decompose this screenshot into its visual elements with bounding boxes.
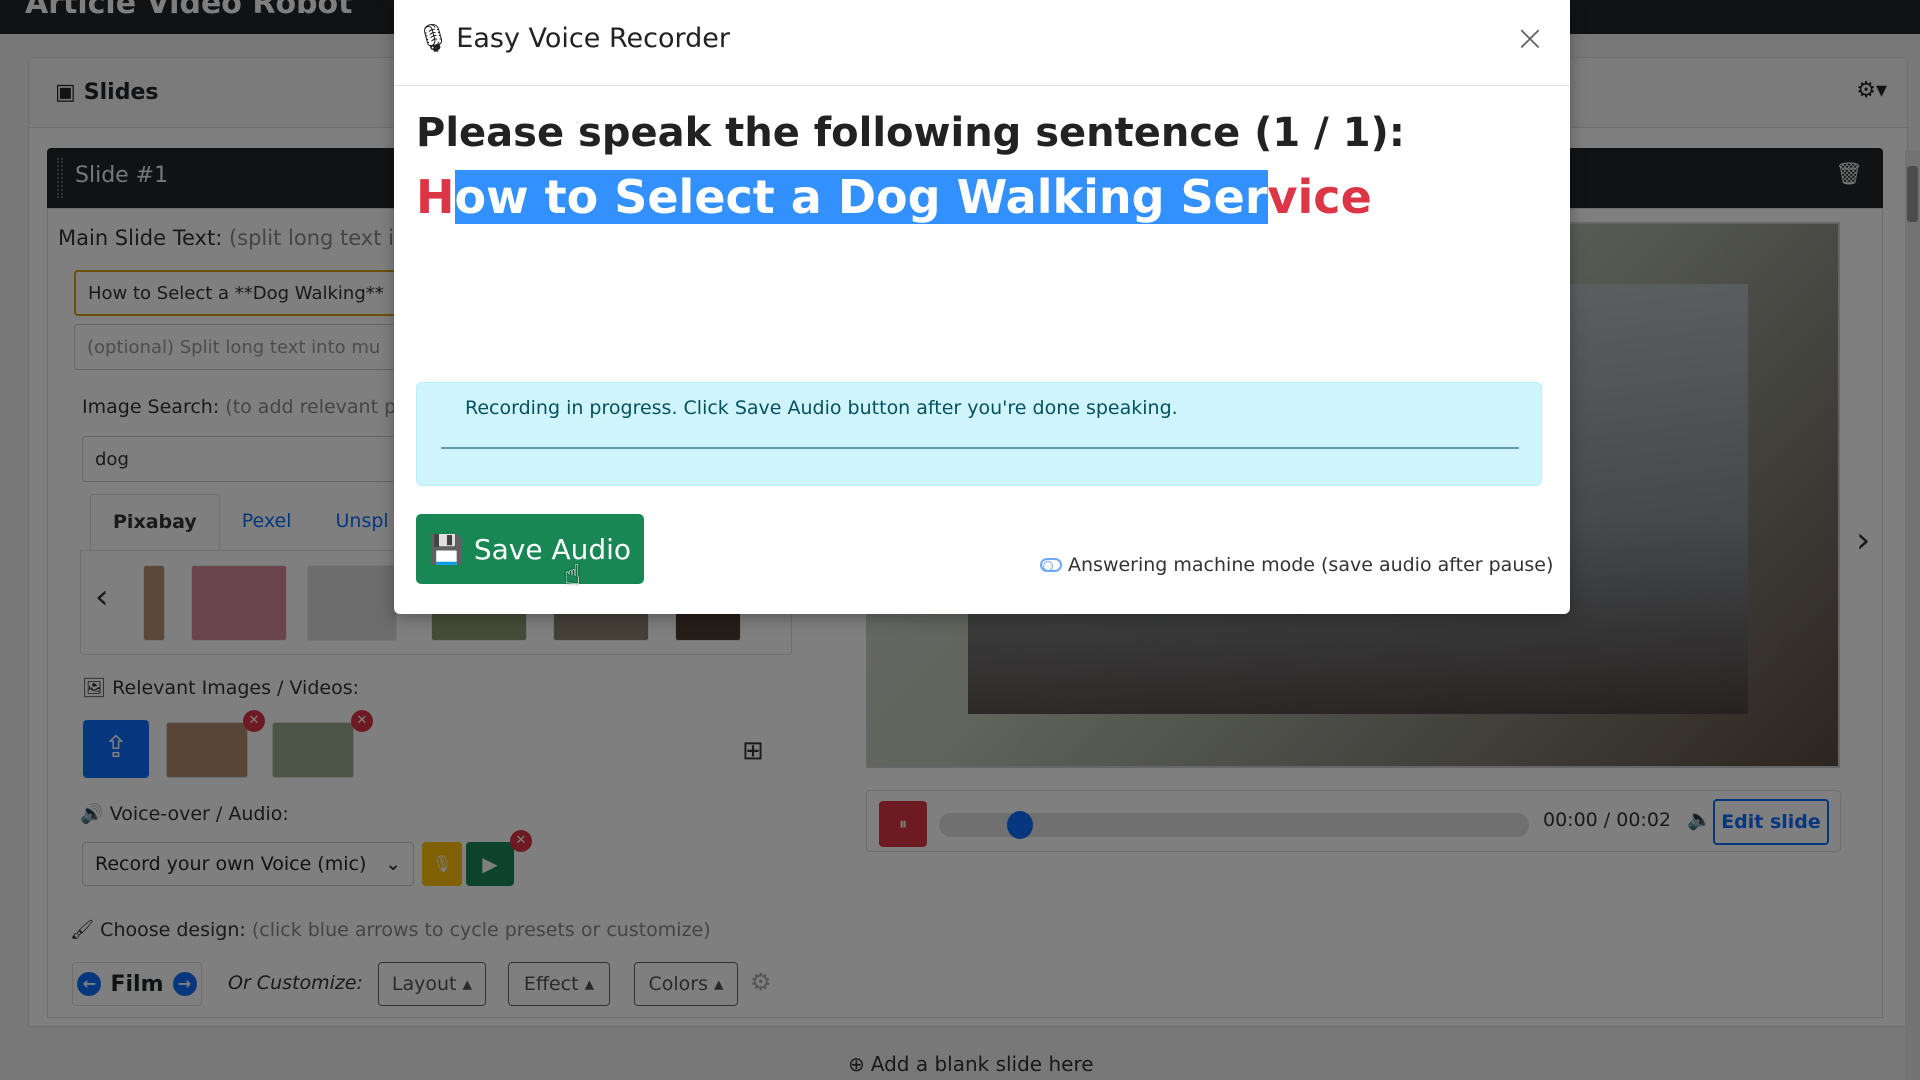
speak-prompt: Please speak the following sentence (1 /… (416, 110, 1405, 156)
microphone-icon: 🎙 (416, 23, 451, 54)
sentence-first: H (416, 170, 455, 224)
sentence-to-speak: How to Select a Dog Walking Service (416, 170, 1372, 224)
sentence-rest: vice (1267, 170, 1372, 224)
page: Article Video Robot ▣ Slides ⚙▾ Slide #1… (0, 0, 1920, 1080)
recording-alert-text: Recording in progress. Click Save Audio … (465, 397, 1178, 419)
close-icon[interactable]: × (1510, 20, 1550, 60)
modal-title: 🎙 Easy Voice Recorder (416, 22, 730, 55)
sentence-selected: ow to Select a Dog Walking Ser (454, 170, 1268, 224)
answering-machine-label: Answering machine mode (save audio after… (1068, 554, 1554, 576)
modal-header: 🎙 Easy Voice Recorder × (394, 0, 1570, 86)
save-audio-label: Save Audio (473, 532, 632, 566)
audio-waveform-line (441, 447, 1519, 449)
save-audio-button[interactable]: 💾 Save Audio ☝ (416, 514, 644, 591)
recording-alert: Recording in progress. Click Save Audio … (416, 382, 1542, 486)
answering-machine-toggle[interactable]: Answering machine mode (save audio after… (1040, 554, 1553, 576)
modal-title-text: Easy Voice Recorder (456, 22, 730, 54)
hand-cursor-icon: ☝ (564, 558, 582, 591)
floppy-disk-icon: 💾 (428, 532, 464, 566)
voice-recorder-modal: 🎙 Easy Voice Recorder × Please speak the… (394, 0, 1570, 614)
toggle-switch-icon[interactable] (1040, 558, 1062, 572)
